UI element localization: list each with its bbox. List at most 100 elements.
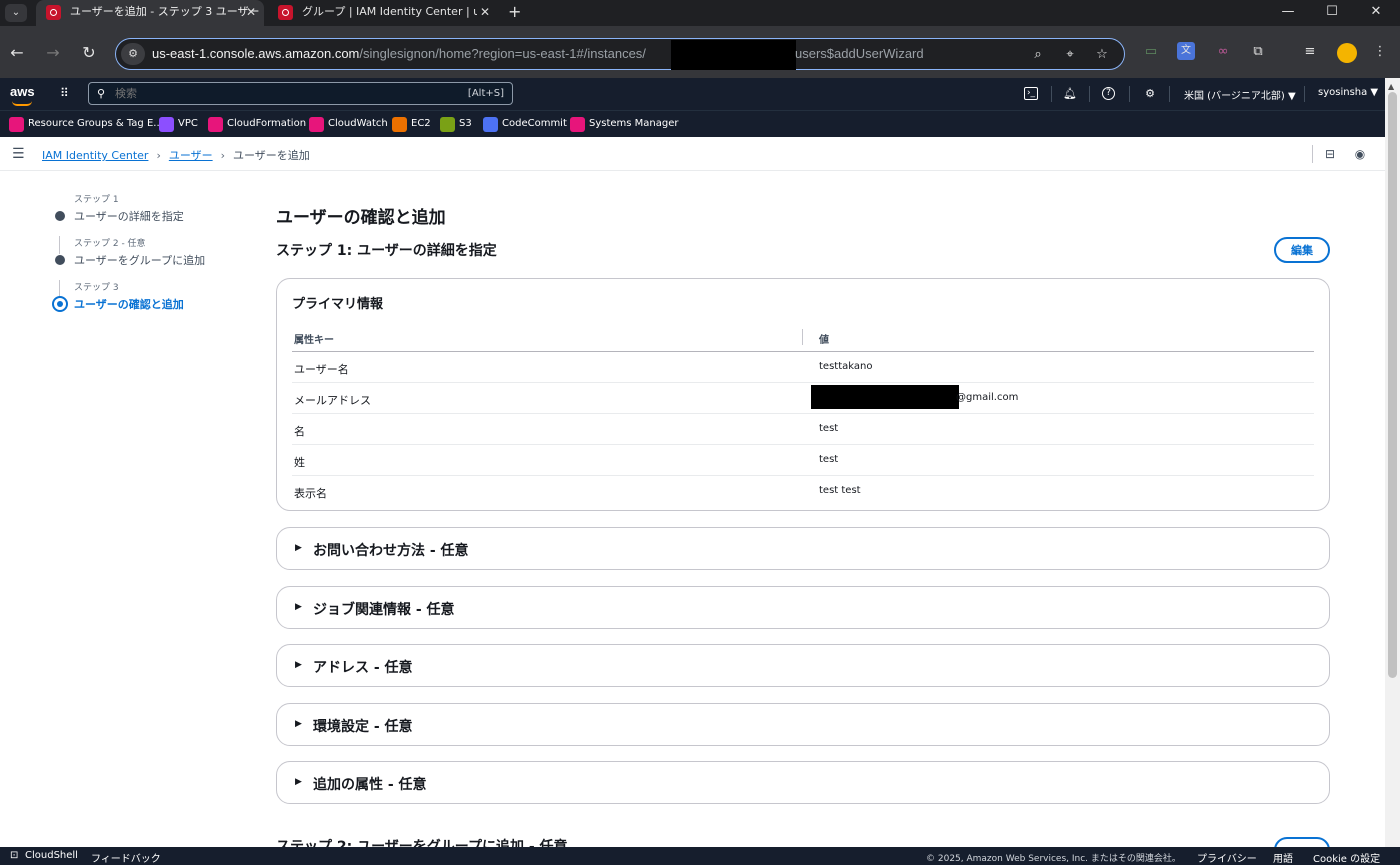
help-icon[interactable]: ? bbox=[1102, 87, 1115, 100]
scroll-thumb[interactable] bbox=[1388, 92, 1397, 678]
address-bar[interactable]: ⚙ us-east-1.console.aws.amazon.com/singl… bbox=[115, 38, 1125, 70]
translate-extension-icon[interactable]: 文 bbox=[1177, 42, 1195, 60]
close-window-icon[interactable]: ✕ bbox=[1364, 2, 1388, 22]
cloudshell-icon[interactable]: ›_ bbox=[1024, 87, 1038, 100]
attribute-key: ユーザー名 bbox=[294, 363, 349, 376]
region-selector[interactable]: 米国 (バージニア北部) ▼ bbox=[1184, 87, 1296, 102]
divider bbox=[1304, 86, 1305, 102]
favorite-systems-manager[interactable]: Systems Manager bbox=[570, 116, 679, 133]
tab-list-chevron-icon[interactable]: ⌄ bbox=[5, 4, 27, 22]
search-box[interactable]: ⚲ [Alt+S] bbox=[88, 82, 513, 105]
terms-link[interactable]: 用語 bbox=[1273, 850, 1293, 865]
new-tab-plus-icon[interactable]: + bbox=[508, 2, 521, 22]
page-scrollbar[interactable]: ▲ bbox=[1385, 78, 1400, 847]
favorite-s3[interactable]: S3 bbox=[440, 116, 472, 133]
divider bbox=[1169, 86, 1170, 102]
wizard-step-1[interactable]: ステップ 1 ユーザーの詳細を指定 bbox=[50, 192, 250, 236]
systems-manager-icon bbox=[570, 117, 585, 132]
cookie-settings-link[interactable]: Cookie の設定 bbox=[1313, 850, 1380, 865]
expandable-job-info[interactable]: ▶ ジョブ関連情報 - 任意 bbox=[276, 586, 1330, 629]
privacy-link[interactable]: プライバシー bbox=[1197, 850, 1257, 865]
url-path: /singlesignon/home?region=us-east-1#/ins… bbox=[359, 46, 646, 61]
maximize-icon[interactable]: ☐ bbox=[1320, 2, 1344, 22]
step-label: ステップ 3 bbox=[74, 283, 119, 293]
expandable-title: 環境設定 - 任意 bbox=[313, 719, 413, 735]
services-grid-icon[interactable]: ⠿ bbox=[60, 87, 74, 101]
favorite-codecommit[interactable]: CodeCommit bbox=[483, 116, 567, 133]
wizard-steps: ステップ 1 ユーザーの詳細を指定 ステップ 2 - 任意 ユーザーをグループに… bbox=[50, 192, 250, 324]
expandable-address[interactable]: ▶ アドレス - 任意 bbox=[276, 644, 1330, 687]
link-extension-icon[interactable]: ∞ bbox=[1213, 42, 1233, 62]
search-input[interactable] bbox=[115, 87, 415, 100]
cloudwatch-icon bbox=[309, 117, 324, 132]
favorite-resource-groups[interactable]: Resource Groups & Tag E... bbox=[9, 116, 163, 133]
minimize-icon[interactable]: — bbox=[1276, 2, 1300, 22]
favorite-label: EC2 bbox=[411, 118, 431, 129]
divider bbox=[1051, 86, 1052, 102]
hamburger-menu-icon[interactable]: ☰ bbox=[12, 146, 25, 162]
extensions-puzzle-icon[interactable]: ⧉ bbox=[1248, 42, 1268, 62]
resource-groups-icon bbox=[9, 117, 24, 132]
browser-menu-icon[interactable]: ⋮ bbox=[1370, 42, 1390, 62]
attribute-key: 表示名 bbox=[294, 487, 327, 500]
attribute-key: 名 bbox=[294, 425, 305, 438]
url-text[interactable]: us-east-1.console.aws.amazon.com/singles… bbox=[152, 46, 646, 61]
favorite-vpc[interactable]: VPC bbox=[159, 116, 198, 133]
site-info-icon[interactable]: ⚙ bbox=[121, 43, 145, 65]
aws-favicon-icon bbox=[46, 5, 61, 20]
favorite-cloudformation[interactable]: CloudFormation bbox=[208, 116, 306, 133]
bookmark-star-icon[interactable]: ☆ bbox=[1092, 45, 1112, 65]
redaction-block bbox=[671, 40, 796, 70]
search-shortcut: [Alt+S] bbox=[467, 88, 504, 99]
cloudshell-link[interactable]: CloudShell bbox=[25, 850, 78, 861]
favorite-cloudwatch[interactable]: CloudWatch bbox=[309, 116, 388, 133]
vpc-icon bbox=[159, 117, 174, 132]
gear-icon[interactable]: ⚙ bbox=[1142, 86, 1158, 102]
step1-section-title: ステップ 1: ユーザーの詳細を指定 bbox=[276, 243, 497, 259]
table-row: ユーザー名 testtakano bbox=[292, 352, 1314, 383]
expandable-title: お問い合わせ方法 - 任意 bbox=[313, 543, 469, 559]
aws-logo[interactable]: aws bbox=[10, 84, 35, 106]
forward-arrow-icon[interactable]: → bbox=[42, 42, 64, 64]
tab-title: ユーザーを追加 - ステップ 3 ユーザー bbox=[70, 5, 260, 18]
table-row: 名 test bbox=[292, 414, 1314, 445]
expandable-additional-attributes[interactable]: ▶ 追加の属性 - 任意 bbox=[276, 761, 1330, 804]
zoom-icon[interactable]: ⌕ bbox=[1028, 45, 1048, 65]
browser-tab-active[interactable]: ユーザーを追加 - ステップ 3 ユーザー ✕ bbox=[36, 0, 264, 26]
scroll-up-arrow-icon[interactable]: ▲ bbox=[1388, 82, 1394, 91]
feedback-link[interactable]: フィードバック bbox=[91, 850, 161, 865]
cloudshell-footer-icon[interactable]: ⊡ bbox=[10, 850, 18, 861]
step-connector bbox=[59, 236, 60, 254]
favorite-label: CodeCommit bbox=[502, 118, 567, 129]
info-panel-icon[interactable]: ⊟ bbox=[1322, 146, 1338, 162]
breadcrumb-link-iam-identity-center[interactable]: IAM Identity Center bbox=[42, 149, 148, 162]
close-tab-icon[interactable]: ✕ bbox=[246, 0, 256, 24]
close-tab-icon[interactable]: ✕ bbox=[476, 0, 490, 24]
location-pin-icon[interactable]: ⌖ bbox=[1060, 45, 1080, 65]
bell-icon[interactable]: 🔔︎ bbox=[1062, 86, 1078, 102]
profile-avatar[interactable] bbox=[1337, 43, 1357, 63]
step-title[interactable]: ユーザーの詳細を指定 bbox=[74, 208, 184, 224]
notifications-panel-icon[interactable]: ◉ bbox=[1352, 146, 1368, 162]
reload-icon[interactable]: ↻ bbox=[78, 42, 100, 64]
expandable-preferences[interactable]: ▶ 環境設定 - 任意 bbox=[276, 703, 1330, 746]
browser-tab[interactable]: グループ | IAM Identity Center | us ✕ bbox=[268, 0, 498, 26]
step-title[interactable]: ユーザーをグループに追加 bbox=[74, 252, 205, 268]
expandable-contact-methods[interactable]: ▶ お問い合わせ方法 - 任意 bbox=[276, 527, 1330, 570]
attribute-key: メールアドレス bbox=[294, 394, 371, 407]
codecommit-icon bbox=[483, 117, 498, 132]
caret-right-icon: ▶ bbox=[295, 777, 302, 787]
edit-step1-button[interactable]: 編集 bbox=[1274, 237, 1330, 263]
ec2-icon bbox=[392, 117, 407, 132]
breadcrumb-link-users[interactable]: ユーザー bbox=[169, 149, 213, 162]
extension-icon[interactable]: ▭ bbox=[1141, 42, 1161, 62]
divider bbox=[1129, 86, 1130, 102]
chevron-right-icon: › bbox=[220, 149, 226, 162]
back-arrow-icon[interactable]: ← bbox=[6, 42, 28, 64]
favorite-ec2[interactable]: EC2 bbox=[392, 116, 431, 133]
wizard-step-2[interactable]: ステップ 2 - 任意 ユーザーをグループに追加 bbox=[50, 236, 250, 280]
account-menu[interactable]: syosinsha ▼ bbox=[1318, 87, 1378, 98]
favorite-label: CloudFormation bbox=[227, 118, 307, 129]
attribute-key: 姓 bbox=[294, 456, 305, 469]
reading-list-icon[interactable]: ≡ bbox=[1300, 42, 1320, 62]
